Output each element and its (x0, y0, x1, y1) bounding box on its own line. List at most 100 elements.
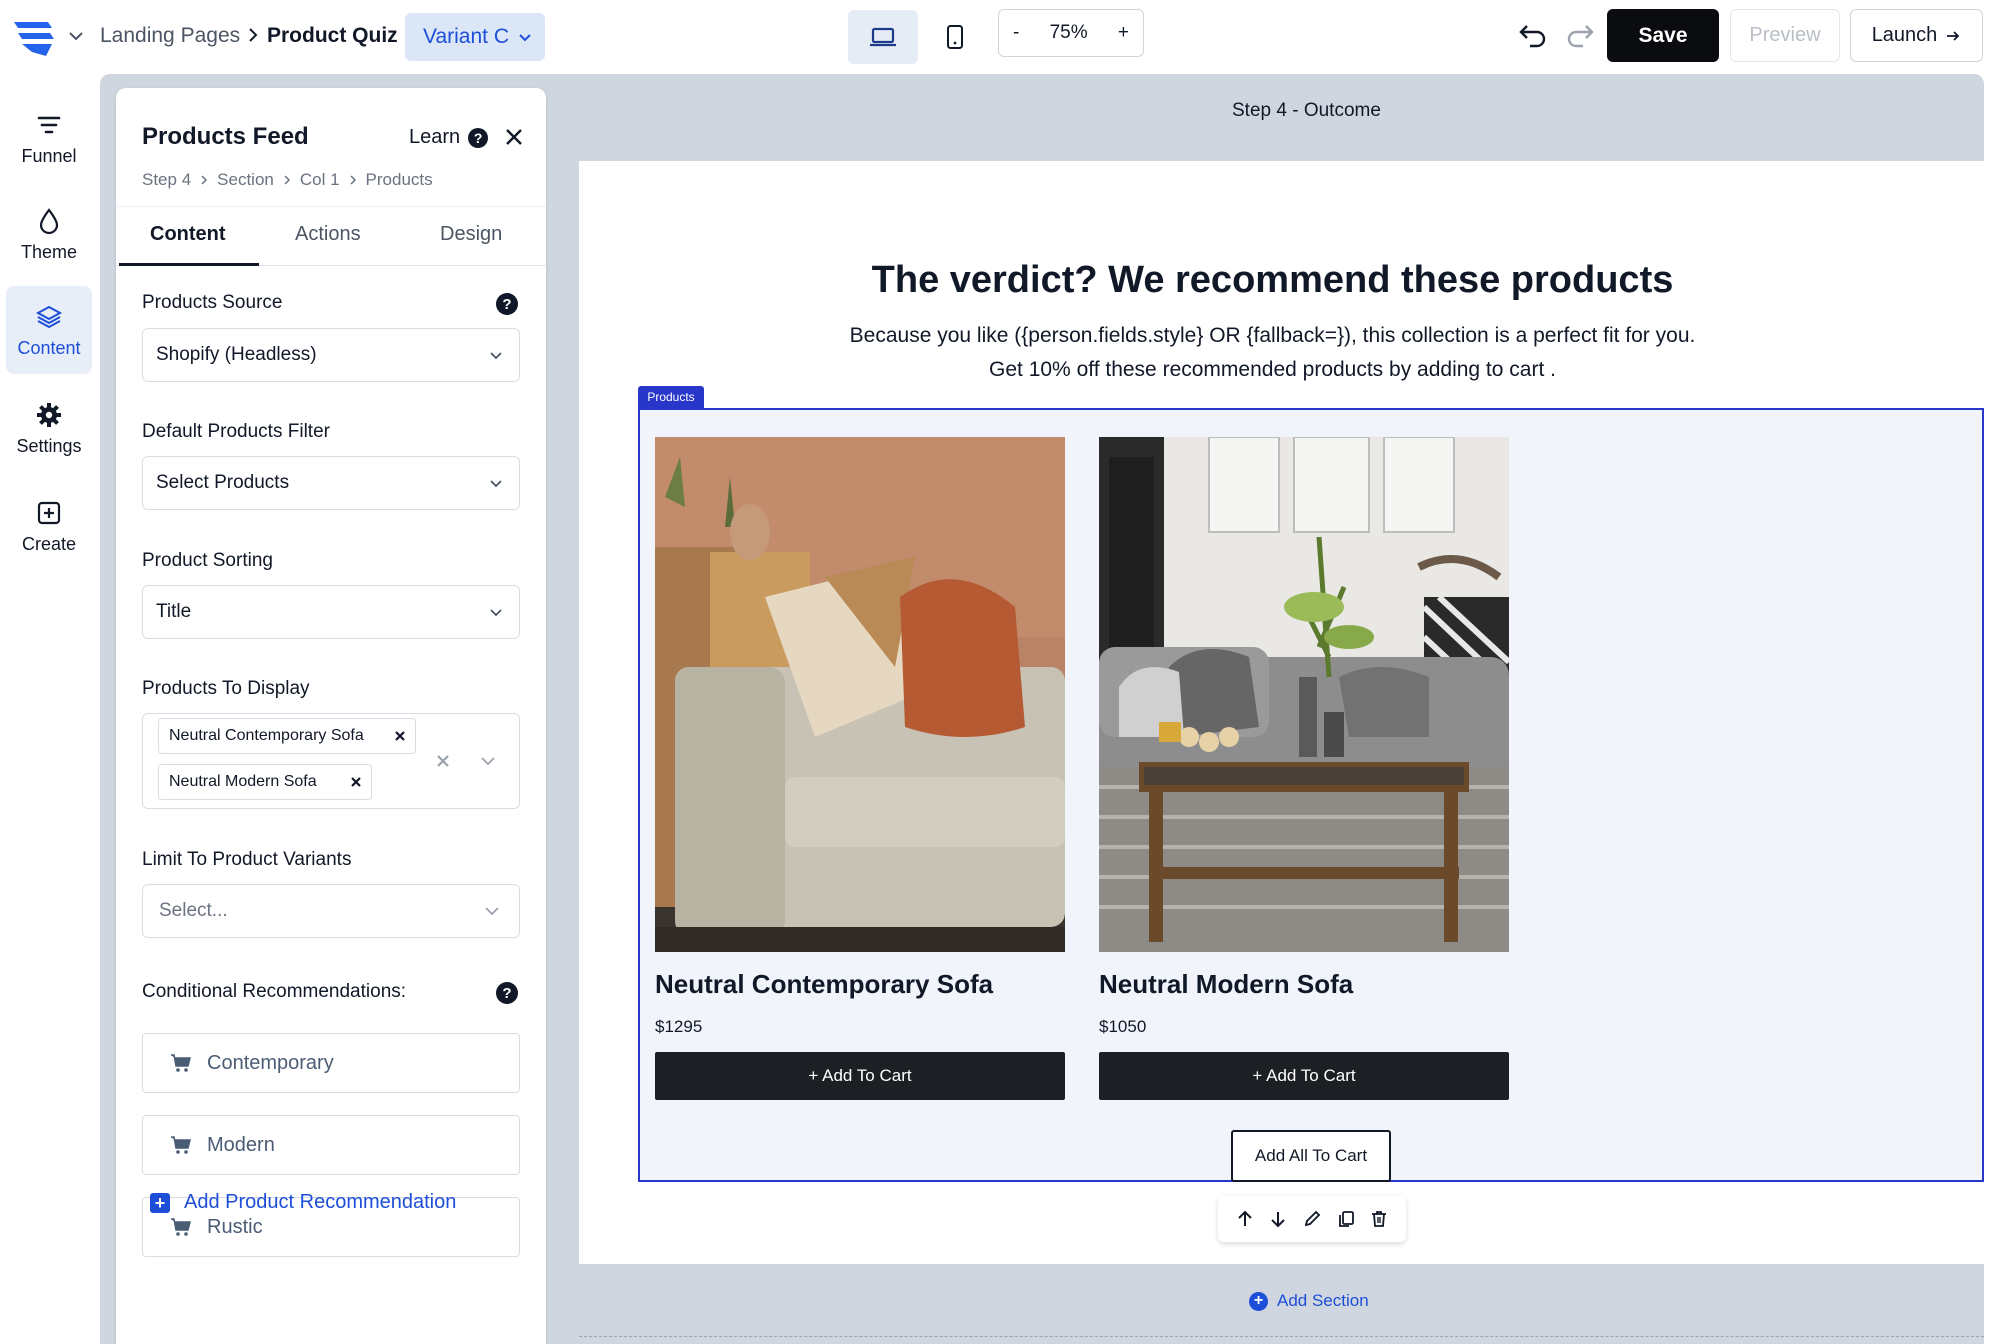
chevron-right-icon (350, 175, 356, 185)
zoom-in-button[interactable]: + (1118, 22, 1129, 44)
chip-label: Neutral Modern Sofa (169, 773, 317, 790)
sorting-value: Title (156, 601, 192, 622)
recommendation-item[interactable]: Modern (142, 1115, 520, 1175)
learn-label: Learn (409, 126, 461, 148)
product-chip: Neutral Modern Sofa (158, 764, 372, 800)
page-subline-1[interactable]: Because you like ({person.fields.style} … (540, 324, 2000, 348)
plus-circle-icon: + (1249, 1291, 1268, 1311)
preview-button[interactable]: Preview (1730, 9, 1840, 62)
breadcrumb-landing-pages[interactable]: Landing Pages (100, 24, 240, 48)
chevron-down-icon[interactable] (64, 24, 88, 48)
breadcrumb-products[interactable]: Products (366, 170, 433, 190)
page-headline[interactable]: The verdict? We recommend these products (540, 259, 2000, 302)
zoom-out-button[interactable]: - (1013, 22, 1019, 44)
learn-link[interactable]: Learn ? (409, 126, 489, 149)
move-down-icon[interactable] (1268, 1209, 1288, 1229)
nav-item-theme[interactable]: Theme (6, 190, 92, 278)
redo-icon[interactable] (1563, 18, 1597, 52)
nav-label-content: Content (17, 337, 81, 358)
recommendation-item[interactable]: Contemporary (142, 1033, 520, 1093)
cart-icon (171, 1218, 191, 1236)
help-icon: ? (468, 127, 489, 148)
default-filter-value: Select Products (156, 472, 290, 493)
default-filter-label: Default Products Filter (142, 421, 330, 442)
breadcrumb-col[interactable]: Col 1 (300, 170, 340, 190)
panel-tabs: Content Actions Design (116, 206, 546, 266)
chevron-right-icon (249, 28, 258, 42)
sorting-select[interactable]: Title (142, 585, 520, 639)
add-recommendation-label: Add Product Recommendation (184, 1191, 457, 1213)
edit-pencil-icon[interactable] (1302, 1209, 1322, 1229)
delete-trash-icon[interactable] (1369, 1209, 1389, 1229)
panel-breadcrumb: Step 4 Section Col 1 Products (142, 170, 433, 190)
add-recommendation-button[interactable]: + Add Product Recommendation (150, 1191, 456, 1214)
nav-item-funnel[interactable]: Funnel (6, 94, 92, 182)
add-section-button[interactable]: + Add Section (1249, 1291, 1369, 1311)
clear-all-icon[interactable] (434, 752, 452, 770)
plus-square-icon (37, 501, 61, 524)
laptop-icon (870, 27, 896, 47)
variants-placeholder: Select... (159, 900, 228, 921)
product-name[interactable]: Neutral Contemporary Sofa (655, 969, 993, 1000)
chevron-down-icon (519, 34, 531, 42)
add-all-to-cart-button[interactable]: Add All To Cart (1231, 1130, 1391, 1182)
sorting-label: Product Sorting (142, 550, 273, 571)
chevron-down-icon (490, 609, 502, 617)
nav-label-theme: Theme (20, 241, 78, 262)
undo-icon[interactable] (1516, 18, 1550, 52)
sofa-photo-2 (1099, 437, 1509, 952)
move-up-icon[interactable] (1235, 1209, 1255, 1229)
variants-select[interactable]: Select... (142, 884, 520, 938)
products-source-value: Shopify (Headless) (156, 344, 317, 365)
save-button[interactable]: Save (1607, 9, 1719, 62)
desktop-view-button[interactable] (848, 10, 918, 64)
add-to-cart-button[interactable]: + Add To Cart (1099, 1052, 1509, 1100)
variant-selector[interactable]: Variant C (405, 13, 545, 61)
nav-item-create[interactable]: Create (6, 482, 92, 570)
chevron-right-icon (201, 175, 208, 185)
products-source-select[interactable]: Shopify (Headless) (142, 328, 520, 382)
active-tab-indicator (119, 263, 259, 266)
tab-actions[interactable]: Actions (295, 223, 361, 246)
default-filter-select[interactable]: Select Products (142, 456, 520, 510)
duplicate-icon[interactable] (1336, 1209, 1356, 1229)
top-bar: Landing Pages Product Quiz Variant C - 7… (0, 0, 2000, 74)
chevron-down-icon[interactable] (479, 752, 497, 770)
tab-content[interactable]: Content (150, 223, 226, 246)
step-label: Step 4 - Outcome (1232, 100, 1381, 121)
products-section-tag: Products (638, 386, 704, 408)
page-subline-2[interactable]: Get 10% off these recommended products b… (540, 358, 2000, 382)
breadcrumb-section[interactable]: Section (217, 170, 274, 190)
sofa-photo-1 (655, 437, 1065, 952)
remove-chip-icon[interactable] (349, 775, 363, 789)
help-icon[interactable]: ? (496, 293, 518, 315)
drop-icon (39, 207, 59, 234)
section-toolbar (1218, 1196, 1406, 1242)
help-icon[interactable]: ? (496, 982, 518, 1004)
breadcrumb-step[interactable]: Step 4 (142, 170, 191, 190)
product-chip: Neutral Contemporary Sofa (158, 718, 416, 754)
products-source-label: Products Source (142, 292, 283, 313)
chevron-down-icon (490, 352, 502, 360)
phone-icon (947, 25, 963, 49)
recommendation-label: Contemporary (207, 1051, 334, 1074)
zoom-control: - 75% + (998, 9, 1144, 57)
launch-button[interactable]: Launch (1850, 9, 1983, 62)
product-image-contemporary-sofa[interactable] (655, 437, 1065, 952)
close-icon[interactable] (501, 124, 527, 150)
zoom-level: 75% (1049, 22, 1088, 43)
recommendation-label: Rustic (207, 1215, 263, 1238)
arrow-right-icon (1947, 30, 1960, 41)
product-image-modern-sofa[interactable] (1099, 437, 1509, 952)
products-display-multiselect[interactable]: Neutral Contemporary Sofa Neutral Modern… (142, 713, 520, 809)
product-price: $1050 (1099, 1017, 1147, 1036)
remove-chip-icon[interactable] (393, 729, 407, 743)
tab-design[interactable]: Design (440, 223, 502, 246)
add-to-cart-button[interactable]: + Add To Cart (655, 1052, 1065, 1100)
nav-item-settings[interactable]: Settings (6, 384, 92, 472)
nav-item-content[interactable]: Content (6, 286, 92, 374)
variant-label: Variant C (423, 25, 509, 48)
mobile-view-button[interactable] (920, 10, 990, 64)
brand-logo-icon[interactable] (12, 16, 56, 60)
product-name[interactable]: Neutral Modern Sofa (1099, 969, 1353, 1000)
